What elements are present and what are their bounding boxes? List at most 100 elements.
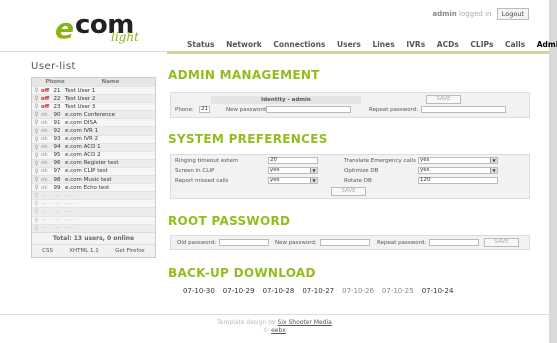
backup-date-link[interactable]: 07-10-29 (223, 287, 255, 295)
screen-clip-value: yes (270, 167, 280, 173)
screen-clip-select[interactable]: yes ▼ (268, 167, 318, 174)
new-password-input[interactable] (266, 106, 351, 113)
user-name: e.com Conference (65, 111, 116, 118)
user-total: Total: 13 users, 0 online (32, 231, 155, 244)
optimize-db-select[interactable]: yes ▼ (418, 167, 498, 174)
user-name: e.com CLIP test (65, 168, 108, 175)
user-phone: 91 (53, 119, 61, 126)
user-row[interactable]: ♀ ok 98 e.com Music test (32, 175, 155, 184)
chevron-down-icon: ▼ (310, 168, 317, 173)
user-status: off (41, 87, 50, 94)
nav-ivrs[interactable]: IVRs (406, 40, 425, 49)
nav-clips[interactable]: CLIPs (470, 40, 493, 49)
bulb-icon: ♀ (34, 208, 39, 216)
missed-calls-label: Report missed calls (175, 178, 229, 184)
user-status: -- (41, 217, 45, 224)
chevron-down-icon: ▼ (490, 158, 497, 163)
user-status: ok (41, 184, 48, 191)
backup-date-link[interactable]: 07-10-25 (382, 287, 414, 295)
user-name: e.com DISA (65, 119, 97, 126)
user-phone: 99 (53, 184, 61, 191)
user-name: ---- (65, 200, 73, 207)
logo-light: light (111, 30, 139, 44)
phone-label: Phone: (175, 107, 194, 113)
root-heading: ROOT PASSWORD (168, 214, 291, 228)
css-badge[interactable]: CSS (42, 248, 53, 254)
user-row[interactable]: ♀ -- -- ---- (32, 207, 155, 216)
user-row[interactable]: ♀ ok 94 e.com ACD 1 (32, 142, 155, 151)
user-row[interactable]: ♀ off 23 Test User 3 (32, 102, 155, 111)
nav-acds[interactable]: ACDs (437, 40, 459, 49)
ringing-timeout-input[interactable]: 20 (268, 157, 318, 164)
old-password-input[interactable] (219, 239, 269, 246)
backup-date-link[interactable]: 07-10-26 (342, 287, 374, 295)
user-phone: 90 (53, 111, 61, 118)
user-name: Test User 3 (65, 103, 96, 110)
user-phone: 97 (53, 168, 61, 175)
backup-date-link[interactable]: 07-10-28 (263, 287, 295, 295)
user-list: Phone Name ♀ off 21 Test User 1 ♀ off 22 Test U… (31, 77, 156, 258)
footer-link-designer[interactable]: Six Shooter Media (278, 319, 332, 326)
user-row[interactable]: ♀ -- -- ---- (32, 199, 155, 208)
user-row[interactable]: ♀ -- -- ---- (32, 223, 155, 232)
user-row[interactable]: ♀ ok 91 e.com DISA (32, 118, 155, 127)
user-row[interactable]: ♀ ok 90 e.com Conference (32, 110, 155, 119)
user-row[interactable]: ♀ ok 95 e.com ACD 2 (32, 150, 155, 159)
user-row[interactable]: ♀ ok 99 e.com Echo test (32, 183, 155, 192)
prefs-save-button[interactable]: SAVE (331, 187, 366, 196)
missed-calls-select[interactable]: yes ▼ (268, 177, 318, 184)
footer-copyright: © (263, 327, 270, 334)
backup-date-link[interactable]: 07-10-30 (183, 287, 215, 295)
firefox-badge[interactable]: Get Firefox (115, 248, 145, 254)
logo[interactable]: e com light (55, 10, 145, 45)
user-row[interactable]: ♀ off 22 Test User 2 (32, 94, 155, 103)
user-status: off (41, 95, 50, 102)
bulb-icon: ♀ (34, 127, 39, 135)
backup-date-link[interactable]: 07-10-24 (422, 287, 454, 295)
user-status: ok (41, 168, 48, 175)
nav-status[interactable]: Status (187, 40, 214, 49)
user-status: ok (41, 144, 48, 151)
nav-connections[interactable]: Connections (273, 40, 325, 49)
nav-users[interactable]: Users (337, 40, 361, 49)
rotate-db-input[interactable]: 120 (418, 177, 498, 184)
phone-input[interactable]: 21 (199, 106, 210, 113)
emergency-select[interactable]: yes ▼ (418, 157, 498, 164)
user-status: ok (41, 136, 48, 143)
xhtml-badge[interactable]: XHTML 1.1 (69, 248, 99, 254)
sidebar: User-list Phone Name ♀ off 21 Test User 1 ♀ o… (31, 61, 156, 258)
user-row[interactable]: ♀ ok 92 e.com IVR 1 (32, 126, 155, 135)
user-row[interactable]: ♀ ok 97 e.com CLIP test (32, 166, 155, 176)
root-panel: Old password: New password: Repeat passw… (170, 235, 530, 250)
nav-lines[interactable]: Lines (372, 40, 394, 49)
username: admin (432, 10, 457, 18)
page: e com light admin logged in Logout Statu… (0, 0, 557, 343)
root-save-button[interactable]: SAVE (484, 238, 519, 247)
footer-link-eebx[interactable]: eebx (271, 327, 286, 334)
header: e com light admin logged in Logout Statu… (0, 0, 557, 52)
backup-dates: 07-10-30 07-10-29 07-10-28 07-10-27 07-10-26… (183, 287, 461, 295)
user-row[interactable]: ♀ ok 96 e.com Register test (32, 158, 155, 167)
root-repeat-password-input[interactable] (429, 239, 479, 246)
right-edge-stripe (549, 0, 557, 343)
root-new-password-input[interactable] (320, 239, 370, 246)
user-row[interactable]: ♀ -- -- ---- (32, 215, 155, 224)
user-row[interactable]: ♀ -- -- ---- (32, 191, 155, 200)
root-new-password-label: New password: (275, 240, 317, 246)
screen-clip-label: Screen in CLIP (175, 168, 215, 174)
user-name: Test User 1 (65, 87, 96, 94)
repeat-password-input[interactable] (421, 106, 506, 113)
admin-save-button[interactable]: SAVE (426, 95, 461, 104)
nav-network[interactable]: Network (226, 40, 262, 49)
bulb-icon: ♀ (34, 200, 39, 208)
logout-button[interactable]: Logout (496, 8, 529, 20)
bulb-icon: ♀ (34, 143, 39, 151)
backup-date-link[interactable]: 07-10-27 (302, 287, 334, 295)
user-name: e.com Register test (65, 160, 119, 167)
user-row[interactable]: ♀ ok 93 e.com IVR 2 (32, 134, 155, 143)
nav-calls[interactable]: Calls (505, 40, 525, 49)
user-rows: ♀ off 21 Test User 1 ♀ off 22 Test User 2 ♀ off 23… (32, 86, 155, 232)
nav-admin[interactable]: Admin (537, 40, 557, 49)
bulb-icon: ♀ (34, 103, 39, 111)
user-row[interactable]: ♀ off 21 Test User 1 (32, 86, 155, 95)
